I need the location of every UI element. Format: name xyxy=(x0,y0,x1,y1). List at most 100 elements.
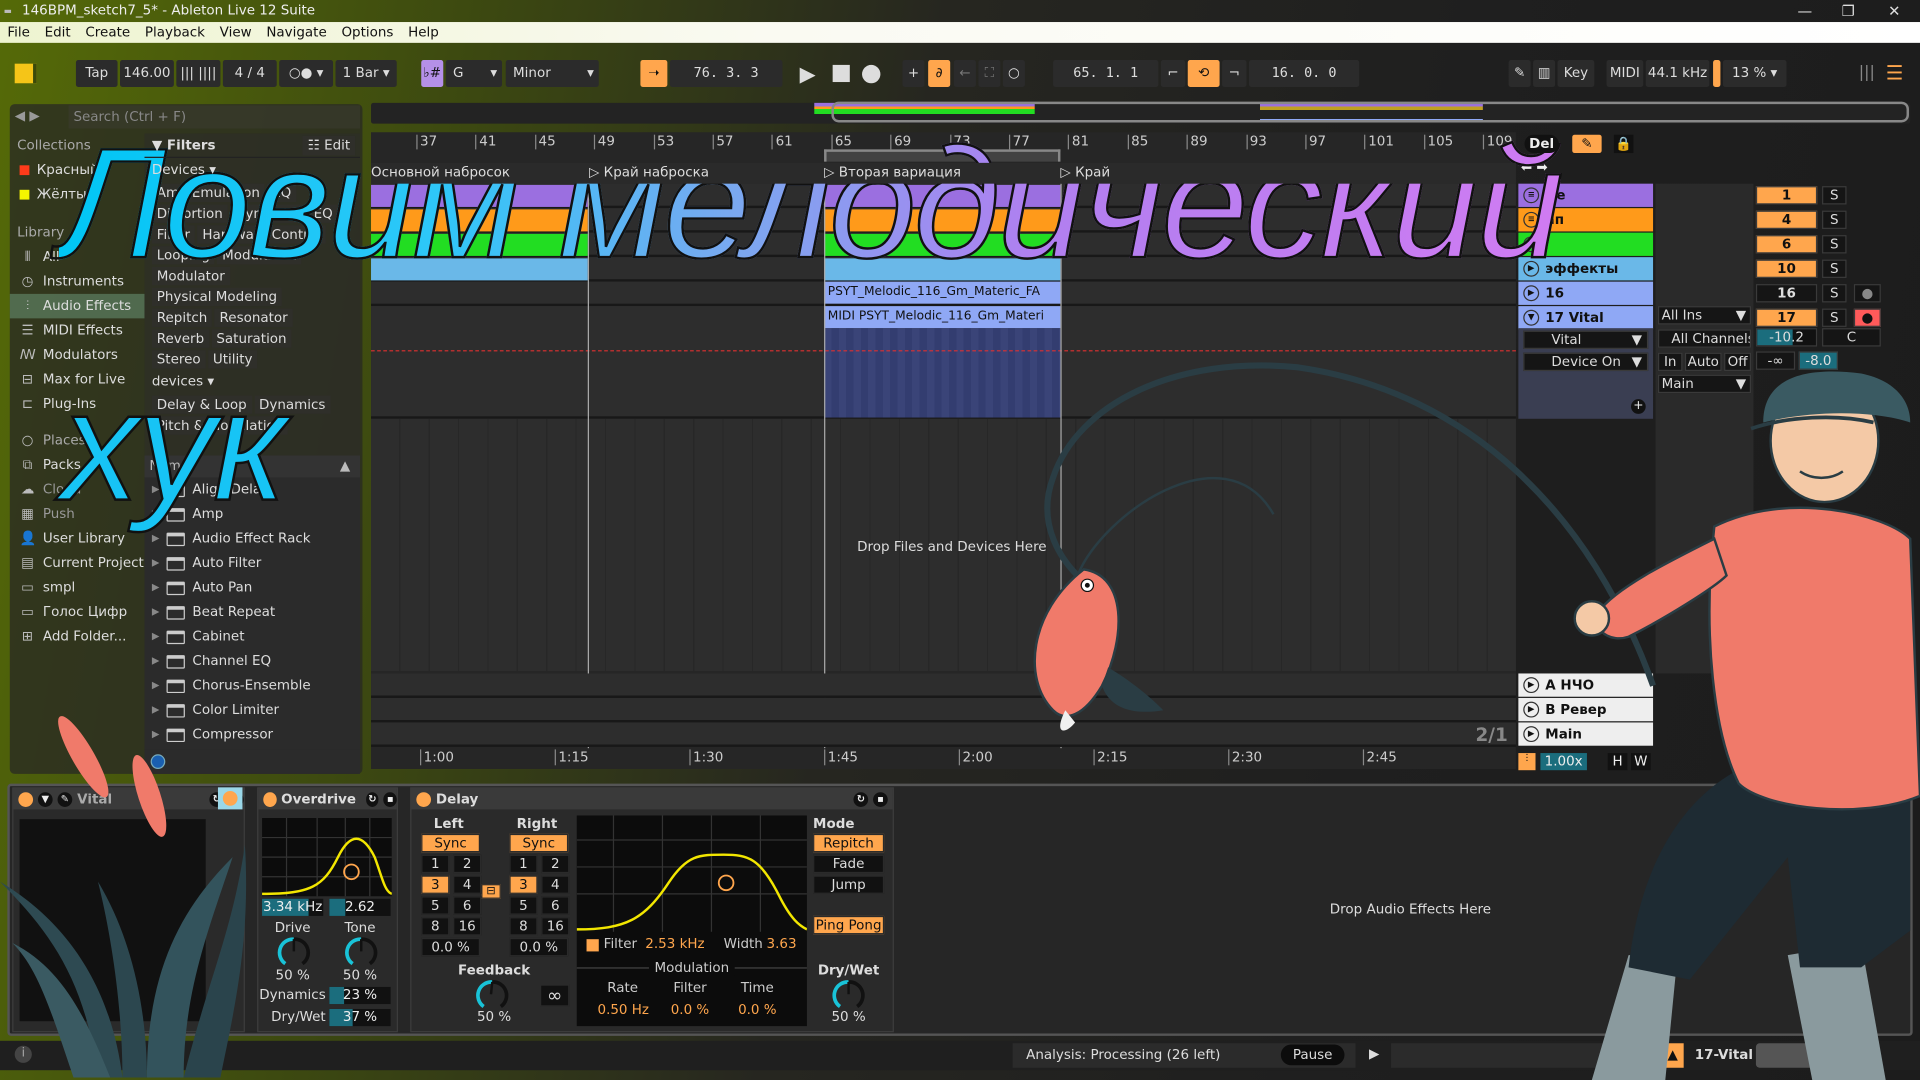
solo-button[interactable]: S xyxy=(1822,284,1847,303)
browser-back-icon[interactable]: ◀ ▶ xyxy=(15,108,40,124)
library-all[interactable]: ⦀ All xyxy=(10,245,145,269)
menu-navigate[interactable]: Navigate xyxy=(259,22,334,43)
scale-mode-button[interactable]: ♭# xyxy=(421,60,444,87)
time-signature-field[interactable]: 4 / 4 xyxy=(222,60,277,87)
return-track-header[interactable]: ▶ Main xyxy=(1518,722,1654,746)
device-on-icon[interactable] xyxy=(18,791,34,807)
filter-tag[interactable]: EQ xyxy=(308,204,338,223)
division-button[interactable]: 1 xyxy=(509,854,538,874)
instrument-select[interactable]: Vital ▼ xyxy=(1523,330,1649,349)
return-lane-a[interactable] xyxy=(371,673,1516,698)
overdrive-eq-display[interactable] xyxy=(262,817,392,897)
tap-button[interactable]: Tap xyxy=(75,60,118,87)
locator-0[interactable]: Основной набросок xyxy=(371,164,510,180)
group-icon[interactable]: ≡ xyxy=(1523,236,1540,253)
filter-tag[interactable]: Amp Emulation xyxy=(151,183,265,203)
expand-arrow-icon[interactable]: ▶ xyxy=(152,698,160,722)
monitor-off-button[interactable]: Off xyxy=(1724,352,1752,372)
menu-options[interactable]: Options xyxy=(334,22,401,43)
device-thumbnail[interactable] xyxy=(1755,1043,1830,1068)
library-instruments[interactable]: ◷ Instruments xyxy=(10,269,145,293)
clip-17-notes[interactable] xyxy=(824,328,1061,418)
place-packs[interactable]: ⧉ Packs xyxy=(10,453,145,477)
place-cloud[interactable]: ☁ Cloud xyxy=(10,478,145,502)
overview-viewport[interactable] xyxy=(831,101,1909,123)
menu-file[interactable]: File xyxy=(0,22,37,43)
filter-tag[interactable]: Modulation xyxy=(217,246,302,265)
division-button[interactable]: 8 xyxy=(421,917,450,936)
filter-tag[interactable]: Filter xyxy=(151,225,196,244)
fold-icon[interactable]: ▼ xyxy=(37,791,53,807)
arm-button[interactable]: ● xyxy=(1853,308,1881,327)
mode-fade-button[interactable]: Fade xyxy=(813,854,885,874)
minimize-button[interactable]: — xyxy=(1798,0,1813,22)
solo-button[interactable]: S xyxy=(1822,210,1847,229)
preview-icon[interactable] xyxy=(150,754,166,769)
drive-knob[interactable] xyxy=(277,936,311,970)
locator-1[interactable]: ▷ Край наброска xyxy=(589,164,709,180)
solo-button[interactable]: S xyxy=(1822,235,1847,254)
clip[interactable] xyxy=(371,258,588,281)
return-lane-b[interactable] xyxy=(371,697,1516,723)
expand-icon[interactable]: ▶ xyxy=(1369,1046,1379,1062)
session-record-button[interactable]: ○ xyxy=(1002,60,1025,87)
division-button[interactable]: 2 xyxy=(541,854,570,874)
browser-list-item[interactable]: ▶ Auto Pan xyxy=(144,576,360,600)
menu-help[interactable]: Help xyxy=(401,22,446,43)
mod-time-value[interactable]: 0.0 % xyxy=(730,1002,785,1018)
division-button[interactable]: 5 xyxy=(421,896,450,915)
wrench-icon[interactable]: ✎ xyxy=(57,791,73,807)
clip-17-header[interactable]: MIDI PSYT_Melodic_116_Gm_Materi xyxy=(824,306,1061,329)
browser-list-item[interactable]: ▶ Color Limiter xyxy=(144,698,360,722)
hot-swap-icon[interactable]: ↻ xyxy=(365,791,379,807)
place-golos-cifr[interactable]: ▭ Голос Цифр xyxy=(10,600,145,624)
close-button[interactable]: ✕ xyxy=(1888,0,1900,22)
link-button[interactable]: ⊟ xyxy=(481,884,501,899)
loop-length-field[interactable]: 16. 0. 0 xyxy=(1248,60,1360,87)
play-button[interactable]: ▶ xyxy=(800,62,816,86)
browser-list-item[interactable]: ▶ Align Delay xyxy=(144,478,360,502)
track-header[interactable]: ≡ xyxy=(1518,232,1654,256)
place-user-library[interactable]: 👤 User Library xyxy=(10,527,145,551)
menu-edit[interactable]: Edit xyxy=(37,22,78,43)
library-plugins[interactable]: ⊏ Plug-Ins xyxy=(10,392,145,416)
add-lane-button[interactable]: + xyxy=(1631,399,1646,414)
input-type-select[interactable]: All Ins ▼ xyxy=(1657,306,1752,325)
browser-list-item[interactable]: ▶ Amp xyxy=(144,502,360,526)
scale-select[interactable]: Minor ▾ xyxy=(505,60,599,87)
filter-tag[interactable]: Dynamics xyxy=(254,395,331,414)
pan-field[interactable]: C xyxy=(1822,328,1881,347)
library-modulators[interactable]: ꟿ Modulators xyxy=(10,343,145,367)
tone-knob[interactable] xyxy=(344,936,378,970)
pause-analysis-button[interactable]: Pause xyxy=(1280,1044,1345,1066)
filter-tag[interactable]: Reverb xyxy=(151,329,210,348)
filter-tag[interactable]: Looping xyxy=(151,246,215,265)
browser-list-item[interactable]: ▶ Cabinet xyxy=(144,624,360,648)
track-header[interactable]: ▶16 PSYT_Melod xyxy=(1518,281,1654,324)
devices2-filter-label[interactable]: devices ▾ xyxy=(152,373,353,394)
capture-button[interactable]: ⛶ xyxy=(978,60,1001,87)
division-button[interactable]: 16 xyxy=(541,917,570,936)
delete-button[interactable]: Del xyxy=(1524,134,1559,154)
name-column-header[interactable]: Name ▲ xyxy=(144,455,361,478)
expand-arrow-icon[interactable]: ▶ xyxy=(152,600,160,624)
arrangement-overview[interactable] xyxy=(371,101,1911,124)
loop-button[interactable]: ⟲ xyxy=(1187,60,1220,87)
metronome-button[interactable]: ○● ▾ xyxy=(279,60,334,87)
edit-button[interactable]: ✎ xyxy=(1572,134,1602,154)
overdub-button[interactable]: + xyxy=(902,60,925,87)
filter-tag[interactable]: Saturation xyxy=(211,329,292,348)
loop-brace[interactable] xyxy=(824,149,1061,162)
input-channel-select[interactable]: All Channels xyxy=(1657,329,1752,348)
overdrive-drywet-slider[interactable]: 37 % xyxy=(329,1008,391,1027)
fold-down-icon[interactable]: ▼ xyxy=(1523,309,1540,326)
library-midi-effects[interactable]: ☰ MIDI Effects xyxy=(10,318,145,342)
return-track-header[interactable]: ▶ B Ревер xyxy=(1518,697,1654,722)
filter-tag[interactable]: Utility xyxy=(207,350,258,369)
track-number[interactable]: 4 xyxy=(1755,210,1818,229)
clip[interactable] xyxy=(371,184,588,207)
play-icon[interactable]: ▶ xyxy=(1523,701,1540,718)
main-lane[interactable] xyxy=(371,722,1516,747)
draw-mode-icon[interactable]: ✎ xyxy=(1508,60,1531,87)
midi-map-button[interactable]: MIDI xyxy=(1606,60,1644,87)
